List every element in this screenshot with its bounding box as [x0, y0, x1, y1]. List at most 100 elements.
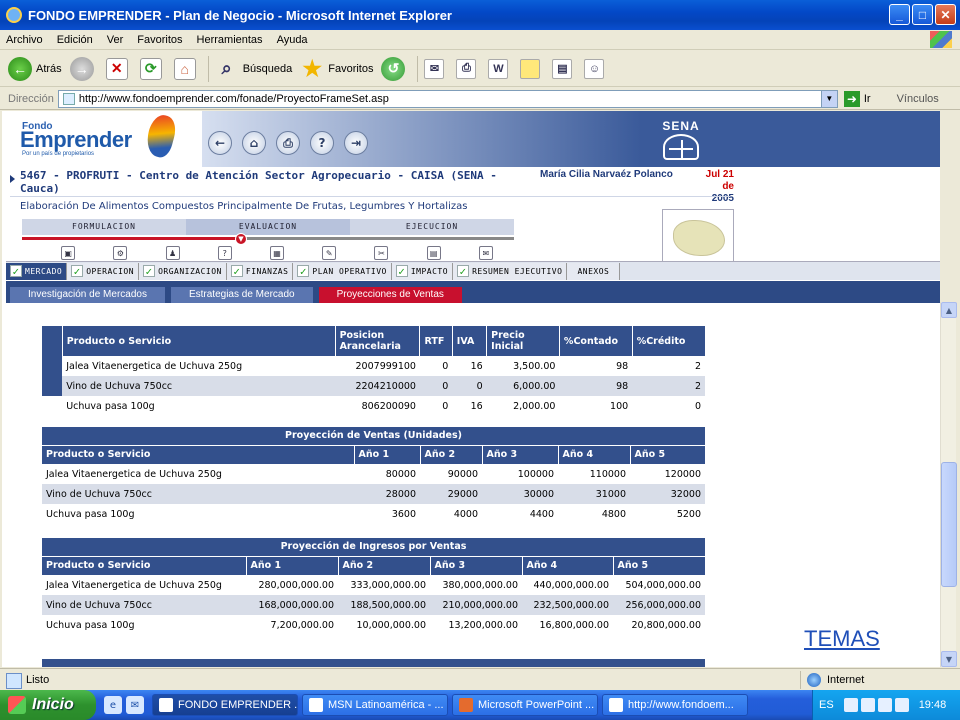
- site-print-button[interactable]: ⎙: [276, 131, 300, 155]
- minimize-button[interactable]: _: [889, 4, 910, 25]
- ie-quicklaunch-icon[interactable]: e: [104, 696, 122, 714]
- row-marker: [42, 376, 63, 396]
- favorites-button[interactable]: ★ Favoritos: [300, 56, 373, 81]
- table-row: Vino de Uchuva 750cc 28000 29000 30000 3…: [42, 484, 705, 504]
- links-label[interactable]: Vínculos: [897, 93, 939, 105]
- taskbar-item-powerpoint[interactable]: Microsoft PowerPoint ...: [452, 694, 598, 716]
- search-button[interactable]: ⌕ Búsqueda: [215, 57, 293, 81]
- site-help-button[interactable]: ?: [310, 131, 334, 155]
- table-header-row: Producto o Servicio Posicion Arancelaria…: [42, 326, 705, 356]
- table-header: Producto o Servicio: [42, 555, 247, 575]
- scrollbar-thumb[interactable]: [941, 462, 957, 587]
- address-label: Dirección: [8, 92, 54, 105]
- start-button[interactable]: Inicio: [0, 690, 96, 720]
- outlook-quicklaunch-icon[interactable]: ✉: [126, 696, 144, 714]
- go-button[interactable]: ➜ Ir: [843, 90, 871, 107]
- table-header-row: Producto o Servicio Año 1 Año 2 Año 3 Añ…: [42, 444, 705, 464]
- menu-herramientas[interactable]: Herramientas: [197, 34, 263, 46]
- table-cell: 4000: [453, 508, 478, 520]
- edit-button[interactable]: W: [488, 58, 512, 79]
- site-home-button[interactable]: ⌂: [242, 131, 266, 155]
- subtab-investigacion[interactable]: Investigación de Mercados: [10, 287, 165, 303]
- tab-anexos[interactable]: ANEXOS: [567, 262, 621, 280]
- menu-ver[interactable]: Ver: [107, 34, 124, 46]
- table-cell: 380,000,000.00: [442, 579, 518, 591]
- phase-evaluacion[interactable]: EVALUACION: [186, 219, 350, 235]
- taskbar-item-fondoem[interactable]: http://www.fondoem...: [602, 694, 748, 716]
- tab-impacto[interactable]: ✓ IMPACTO: [391, 262, 454, 280]
- table-row: Jalea Vitaenergetica de Uchuva 250g 280,…: [42, 575, 705, 595]
- phase-step-icon[interactable]: ▤: [426, 246, 441, 260]
- mail-button[interactable]: ✉: [424, 58, 448, 79]
- tab-finanzas[interactable]: ✓ FINANZAS: [226, 262, 294, 280]
- forward-button[interactable]: →: [69, 56, 98, 81]
- taskbar-item-fondo[interactable]: FONDO EMPRENDER ...: [152, 694, 298, 716]
- quick-launch: e ✉: [104, 696, 144, 714]
- page-icon: [62, 92, 75, 105]
- table-cell: 16: [470, 400, 483, 412]
- checkmark-icon: ✓: [71, 265, 84, 278]
- products-table: Producto o Servicio Posicion Arancelaria…: [42, 326, 705, 416]
- sena-logo: SENA: [652, 119, 710, 163]
- home-button[interactable]: ⌂: [173, 57, 200, 80]
- site-exit-button[interactable]: ⇥: [344, 131, 368, 155]
- tray-icons: [843, 698, 909, 712]
- back-button[interactable]: ← Atrás: [8, 56, 62, 81]
- history-button[interactable]: ↺: [381, 56, 409, 81]
- tray-icon[interactable]: [860, 698, 875, 712]
- tray-icon[interactable]: [843, 698, 858, 712]
- language-indicator[interactable]: ES: [819, 699, 834, 711]
- refresh-button[interactable]: ⟳: [139, 57, 166, 80]
- temas-link[interactable]: TEMAS: [804, 626, 880, 652]
- phase-step-icon[interactable]: ✂: [374, 246, 389, 260]
- discuss-button[interactable]: [520, 58, 544, 79]
- tab-resumen-ejecutivo[interactable]: ✓ RESUMEN EJECUTIVO: [453, 262, 568, 280]
- phase-step-icon[interactable]: ▣: [61, 246, 76, 260]
- taskbar: Inicio e ✉ FONDO EMPRENDER ... MSN Latin…: [0, 690, 960, 720]
- scroll-up-icon[interactable]: ▲: [941, 302, 957, 318]
- tab-mercado[interactable]: ✓ MERCADO: [6, 262, 68, 280]
- print-button[interactable]: ⎙: [456, 58, 480, 79]
- tray-icon[interactable]: [894, 698, 909, 712]
- tab-organizacion[interactable]: ✓ ORGANIZACION: [139, 262, 227, 280]
- stop-button[interactable]: ✕: [105, 57, 132, 80]
- table-cell: 80000: [385, 468, 416, 480]
- menu-ayuda[interactable]: Ayuda: [277, 34, 308, 46]
- research-button[interactable]: ▤: [552, 58, 576, 79]
- tab-label: OPERACION: [86, 266, 135, 276]
- subtab-proyecciones[interactable]: Proyecciones de Ventas: [318, 287, 462, 303]
- vertical-scrollbar[interactable]: ▲ ▼: [940, 302, 957, 667]
- subtab-estrategias[interactable]: Estrategias de Mercado: [170, 287, 313, 303]
- menu-favoritos[interactable]: Favoritos: [137, 34, 182, 46]
- table-cell: 256,000,000.00: [613, 595, 705, 615]
- phase-step-icon[interactable]: ⚙: [113, 246, 128, 260]
- phase-step-icon[interactable]: ✎: [322, 246, 337, 260]
- phase-step-icon[interactable]: ♟: [165, 246, 180, 260]
- chevron-down-icon[interactable]: ▼: [820, 90, 837, 107]
- table-cell: 29000: [420, 484, 482, 504]
- zone-label: Internet: [827, 673, 865, 686]
- globe-icon: [807, 672, 821, 687]
- scroll-down-icon[interactable]: ▼: [941, 651, 957, 667]
- menu-edicion[interactable]: Edición: [57, 34, 93, 46]
- menu-archivo[interactable]: Archivo: [6, 34, 43, 46]
- taskbar-item-msn[interactable]: MSN Latinoamérica - ...: [302, 694, 448, 716]
- table-cell: 120000: [664, 468, 701, 480]
- tab-plan-operativo[interactable]: ✓ PLAN OPERATIVO: [293, 262, 392, 280]
- menu-bar: Archivo Edición Ver Favoritos Herramient…: [0, 30, 960, 50]
- table-caption-row: Proyección de Ventas (Unidades): [42, 427, 705, 445]
- phase-step-icon[interactable]: ?: [217, 246, 232, 260]
- phase-step-icon[interactable]: ✉: [478, 246, 493, 260]
- phase-formulacion[interactable]: FORMULACION: [22, 219, 186, 235]
- site-back-button[interactable]: ←: [208, 131, 232, 155]
- phase-ejecucion[interactable]: EJECUCION: [350, 219, 514, 235]
- table-cell: 188,500,000.00: [338, 595, 430, 615]
- tray-icon[interactable]: [877, 698, 892, 712]
- tab-operacion[interactable]: ✓ OPERACION: [67, 262, 140, 280]
- close-button[interactable]: ✕: [935, 4, 956, 25]
- phase-step-icon[interactable]: ▦: [269, 246, 284, 260]
- maximize-button[interactable]: □: [912, 4, 933, 25]
- messenger-button[interactable]: ☺: [584, 58, 608, 79]
- table-header-row: Producto o Servicio Año 1 Año 2 Año 3 Añ…: [42, 555, 705, 575]
- address-input[interactable]: http://www.fondoemprender.com/fonade/Pro…: [57, 89, 838, 108]
